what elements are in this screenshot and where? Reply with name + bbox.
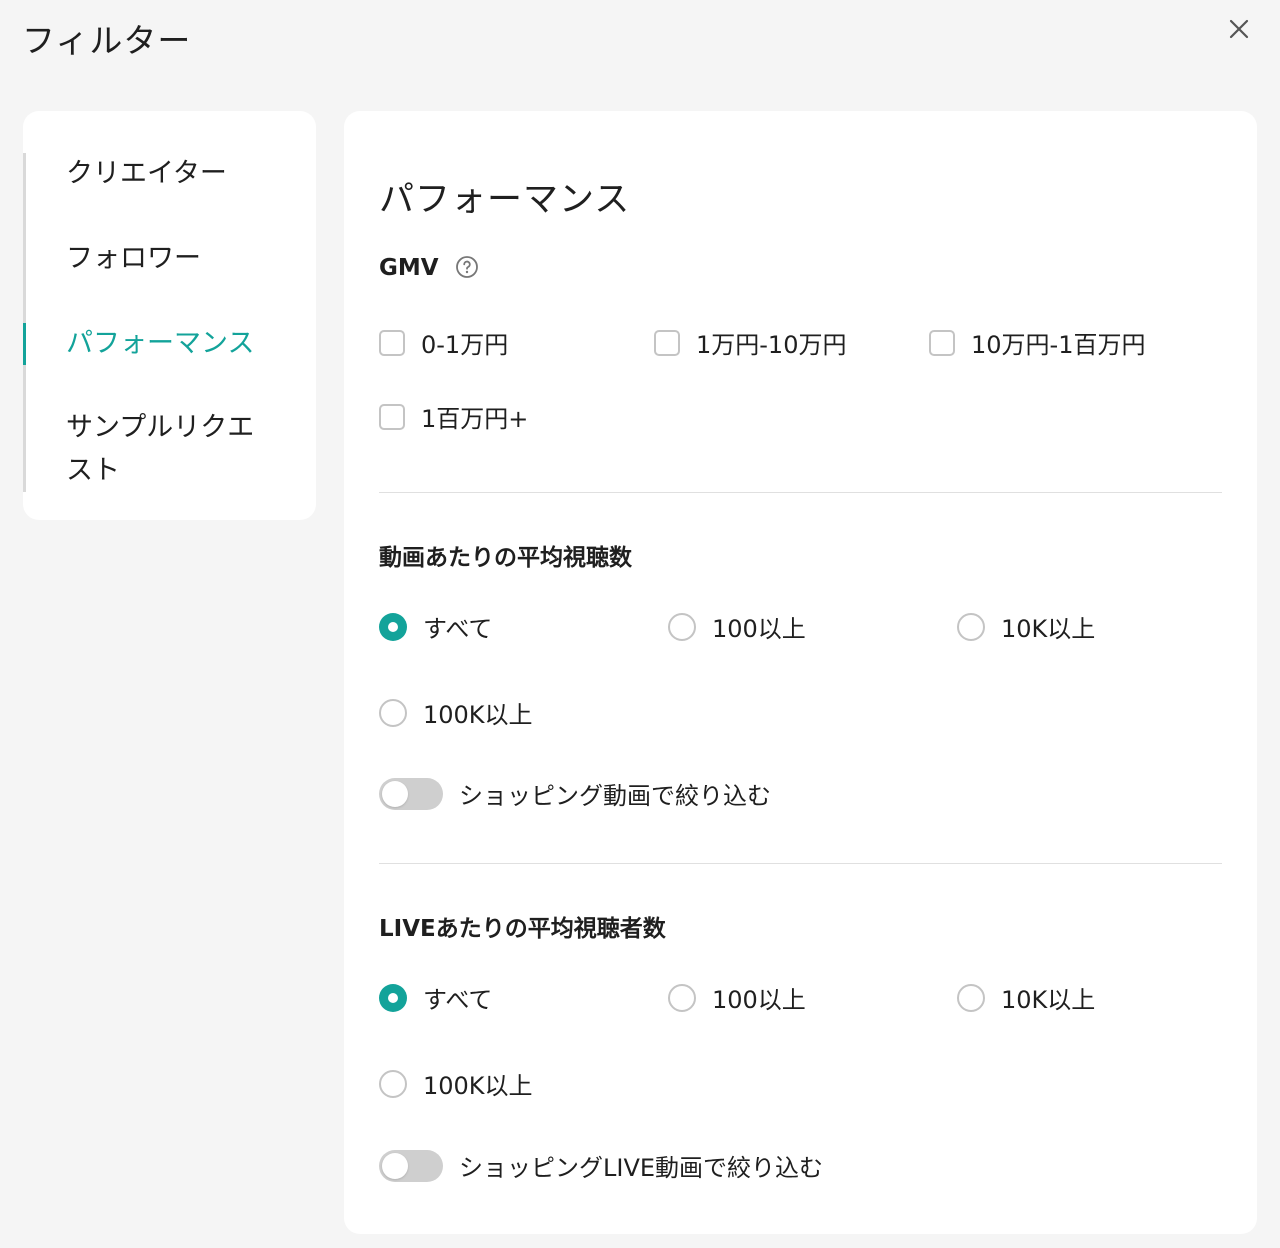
option-label: 100以上 <box>712 615 806 643</box>
video-views-option[interactable]: 100以上 <box>668 609 806 644</box>
section-title: パフォーマンス <box>379 180 631 220</box>
gmv-option[interactable]: 0-1万円 <box>379 325 508 360</box>
checkbox[interactable] <box>379 329 405 356</box>
gmv-option[interactable]: 1百万円+ <box>379 399 528 434</box>
toggle-knob <box>382 780 408 807</box>
video-views-option[interactable]: すべて <box>379 609 492 644</box>
option-label: 10万円-1百万円 <box>971 331 1146 359</box>
checkbox[interactable] <box>654 329 680 356</box>
close-icon <box>1229 19 1249 39</box>
shopping-video-toggle-label: ショッピング動画で絞り込む <box>459 782 771 810</box>
radio-button[interactable] <box>668 612 696 641</box>
page-title: フィルター <box>22 21 192 60</box>
sidebar-active-indicator <box>23 323 26 365</box>
shopping-video-toggle[interactable] <box>379 777 443 810</box>
live-views-option[interactable]: すべて <box>379 980 492 1015</box>
gmv-option[interactable]: 1万円-10万円 <box>654 325 846 360</box>
option-label: 0-1万円 <box>421 331 509 359</box>
radio-button[interactable] <box>379 983 407 1012</box>
option-label: 100以上 <box>712 986 806 1014</box>
shopping-live-toggle-label: ショッピングLIVE動画で絞り込む <box>459 1154 824 1182</box>
divider <box>379 492 1222 493</box>
sidebar: クリエイター フォロワー パフォーマンス サンプルリクエスト <box>23 111 316 520</box>
shopping-video-toggle-row: ショッピング動画で絞り込む <box>379 776 771 811</box>
divider <box>379 863 1222 864</box>
video-views-option[interactable]: 100K以上 <box>379 695 533 730</box>
sidebar-item-performance[interactable]: パフォーマンス <box>66 322 281 365</box>
radio-button[interactable] <box>379 1069 407 1098</box>
radio-button[interactable] <box>379 612 407 641</box>
sidebar-item-sample-request[interactable]: サンプルリクエスト <box>66 406 281 492</box>
option-label: 100K以上 <box>423 701 533 729</box>
radio-button[interactable] <box>668 983 696 1012</box>
radio-button[interactable] <box>957 983 985 1012</box>
live-views-option[interactable]: 10K以上 <box>957 980 1095 1015</box>
shopping-live-toggle-row: ショッピングLIVE動画で絞り込む <box>379 1148 823 1183</box>
help-icon[interactable] <box>455 255 479 279</box>
radio-button[interactable] <box>957 612 985 641</box>
option-label: 10K以上 <box>1001 986 1096 1014</box>
checkbox[interactable] <box>379 403 405 430</box>
filter-panel: パフォーマンス GMV 0-1万円 1万円-10万円 10万円-1百万円 1百万… <box>344 111 1257 1234</box>
checkbox[interactable] <box>929 329 955 356</box>
option-label: 10K以上 <box>1001 615 1096 643</box>
sidebar-item-followers[interactable]: フォロワー <box>66 237 281 280</box>
live-views-option[interactable]: 100K以上 <box>379 1066 533 1101</box>
close-button[interactable] <box>1224 14 1254 44</box>
radio-button[interactable] <box>379 698 407 727</box>
option-label: 1百万円+ <box>421 405 529 433</box>
video-views-option[interactable]: 10K以上 <box>957 609 1095 644</box>
video-views-label: 動画あたりの平均視聴数 <box>379 545 632 571</box>
option-label: 1万円-10万円 <box>696 331 847 359</box>
option-label: すべて <box>423 615 493 643</box>
gmv-label: GMV <box>379 255 479 281</box>
live-views-option[interactable]: 100以上 <box>668 980 806 1015</box>
gmv-option[interactable]: 10万円-1百万円 <box>929 325 1145 360</box>
shopping-live-toggle[interactable] <box>379 1149 443 1182</box>
gmv-label-text: GMV <box>379 255 439 281</box>
sidebar-item-creator[interactable]: クリエイター <box>66 152 281 195</box>
live-views-label: LIVEあたりの平均視聴者数 <box>379 916 666 942</box>
option-label: 100K以上 <box>423 1072 533 1100</box>
option-label: すべて <box>423 986 493 1014</box>
toggle-knob <box>382 1152 408 1179</box>
